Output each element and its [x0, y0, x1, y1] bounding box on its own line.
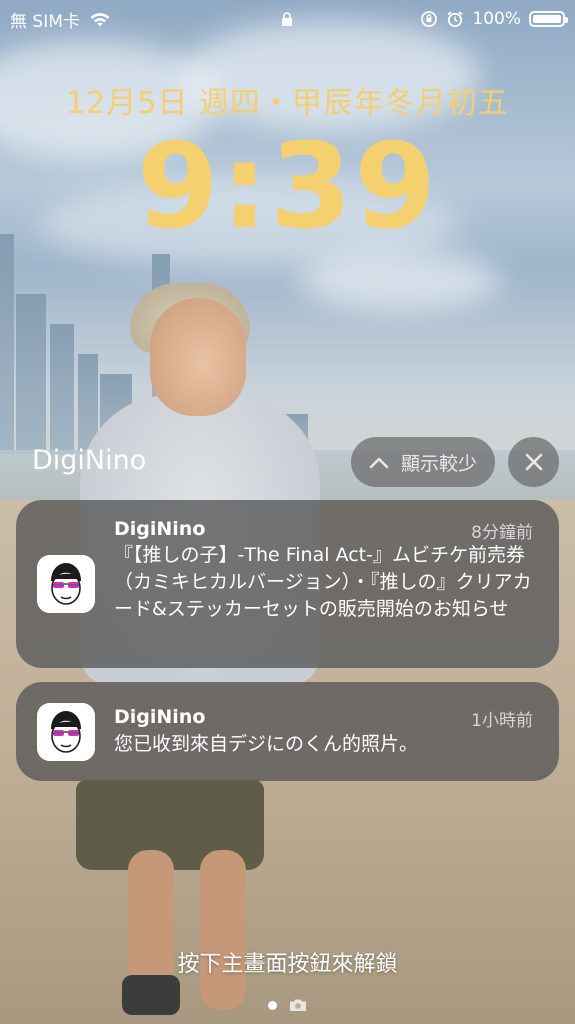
wifi-icon	[90, 13, 110, 27]
chevron-up-icon	[369, 457, 389, 469]
app-icon	[37, 703, 95, 761]
lock-time: 9:39	[136, 117, 439, 255]
lock-date: 12月5日 週四・甲辰年冬月初五	[66, 86, 509, 121]
battery-icon	[529, 11, 568, 27]
status-bar-left: 無 SIM卡	[10, 7, 112, 32]
notification-time: 1小時前	[471, 711, 533, 731]
status-bar: 無 SIM卡 100%	[0, 0, 575, 38]
app-icon	[37, 555, 95, 613]
page-dot-icon[interactable]	[268, 1000, 277, 1010]
notification-body: 『【推しの子】-The Final Act-』ムビチケ前売券（カミキヒカルバージ…	[114, 544, 532, 620]
rotation-lock-icon	[421, 11, 438, 27]
notification-card[interactable]: DigiNino 1小時前 您已收到來自デジにのくん的照片。	[16, 682, 559, 781]
lock-icon	[282, 12, 292, 26]
notification-time: 8分鐘前	[471, 523, 533, 543]
close-icon	[525, 453, 542, 471]
battery-percent: 100%	[472, 9, 521, 29]
diginino-avatar-icon	[37, 555, 95, 613]
status-bar-right: 100%	[420, 9, 568, 29]
unlock-hint: 按下主畫面按鈕來解鎖	[177, 952, 398, 977]
show-less-button[interactable]: 顯示較少	[351, 437, 495, 487]
show-less-label: 顯示較少	[400, 452, 477, 475]
group-app-name: DigiNino	[32, 445, 147, 476]
notification-app-name: DigiNino	[114, 706, 206, 728]
alarm-icon	[447, 11, 463, 28]
notification-card[interactable]: DigiNino 8分鐘前 『【推しの子】-The Final Act-』ムビチ…	[16, 500, 559, 668]
notification-app-name: DigiNino	[114, 518, 206, 540]
diginino-avatar-icon	[37, 703, 95, 761]
camera-icon[interactable]	[289, 998, 307, 1012]
notification-body: 您已收到來自デジにのくん的照片。	[114, 733, 419, 755]
carrier-label: 無 SIM卡	[10, 11, 80, 32]
lock-screen-pager	[0, 998, 575, 1012]
clear-group-button[interactable]	[508, 437, 559, 487]
notification-group-header: DigiNino 顯示較少	[0, 437, 575, 487]
